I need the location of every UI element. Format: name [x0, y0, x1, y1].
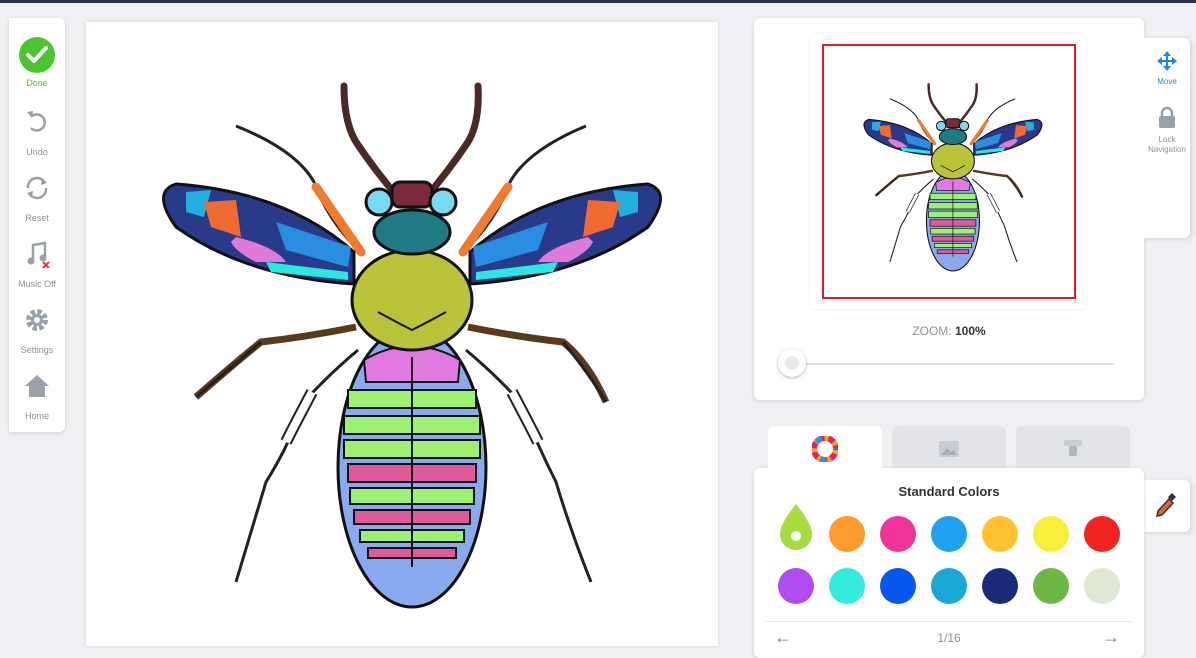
reset-label: Reset [25, 213, 49, 223]
top-bar [0, 0, 1196, 3]
lock-label-line2: Navigation [1148, 145, 1186, 154]
arrow-right-icon[interactable]: → [1102, 627, 1120, 648]
music-off-label: Music Off [18, 279, 56, 289]
color-swatch[interactable] [880, 568, 916, 604]
zoom-readout: ZOOM: 100% [754, 324, 1144, 338]
palette-divider [766, 621, 1132, 622]
lock-icon [1159, 106, 1175, 128]
reset-button[interactable]: Reset [9, 174, 65, 236]
navigator-panel: ZOOM: 100% [754, 18, 1144, 400]
gear-icon [26, 309, 48, 331]
done-button[interactable]: Done [9, 36, 65, 98]
tab-brushes[interactable] [1016, 426, 1130, 470]
tab-colors[interactable] [768, 426, 882, 470]
tab-textures[interactable] [892, 426, 1006, 470]
coloring-canvas[interactable] [86, 22, 718, 646]
check-icon [19, 37, 55, 73]
move-button[interactable]: Move [1144, 50, 1190, 87]
settings-label: Settings [20, 345, 54, 355]
color-swatch[interactable] [931, 568, 967, 604]
undo-button[interactable]: Undo [9, 108, 65, 170]
done-label: Done [26, 78, 48, 88]
color-palette: Standard Colors ← 1/16 → [754, 468, 1144, 658]
palette-title: Standard Colors [898, 484, 1000, 499]
undo-icon [27, 111, 46, 132]
eyedropper-button[interactable] [1144, 480, 1190, 532]
music-off-button[interactable]: Music Off [9, 240, 65, 302]
settings-button[interactable]: Settings [9, 306, 65, 368]
music-off-icon [27, 241, 50, 268]
insect-illustration[interactable] [86, 22, 718, 646]
color-swatch[interactable] [1084, 516, 1120, 552]
color-swatch[interactable] [1033, 516, 1069, 552]
zoom-label: ZOOM: [912, 324, 952, 338]
eyedropper-icon [1156, 493, 1176, 517]
color-swatch[interactable] [1084, 568, 1120, 604]
navigator-side-tabs: Move Lock Navigation [1144, 38, 1190, 238]
reset-icon [26, 176, 48, 200]
brush-icon [1064, 440, 1082, 456]
zoom-value: 100% [954, 324, 986, 338]
page-indicator: 1/16 [937, 631, 961, 645]
color-swatch[interactable] [982, 568, 1018, 604]
viewport-frame[interactable] [822, 44, 1076, 299]
home-label: Home [24, 411, 49, 421]
color-wheel-icon [812, 436, 838, 462]
color-swatch[interactable] [778, 568, 814, 604]
home-button[interactable]: Home [9, 372, 65, 434]
move-icon [1157, 51, 1177, 71]
picture-icon [939, 441, 959, 457]
selected-color-drop[interactable] [778, 502, 814, 550]
navigator-thumbnail[interactable] [810, 34, 1086, 309]
zoom-slider-knob[interactable] [778, 349, 806, 377]
zoom-slider-track[interactable] [792, 363, 1114, 365]
lock-navigation-button[interactable]: Lock Navigation [1144, 106, 1190, 155]
color-swatch[interactable] [1033, 568, 1069, 604]
move-label: Move [1157, 77, 1177, 86]
color-swatch[interactable] [880, 516, 916, 552]
color-swatch[interactable] [931, 516, 967, 552]
color-swatch[interactable] [982, 516, 1018, 552]
lock-label-line1: Lock [1158, 135, 1176, 144]
undo-label: Undo [26, 147, 48, 157]
color-swatch[interactable] [829, 516, 865, 552]
color-swatch[interactable] [829, 568, 865, 604]
left-toolbar: Done Undo Reset Music Off Settings Home [9, 18, 65, 432]
home-icon [25, 375, 49, 397]
